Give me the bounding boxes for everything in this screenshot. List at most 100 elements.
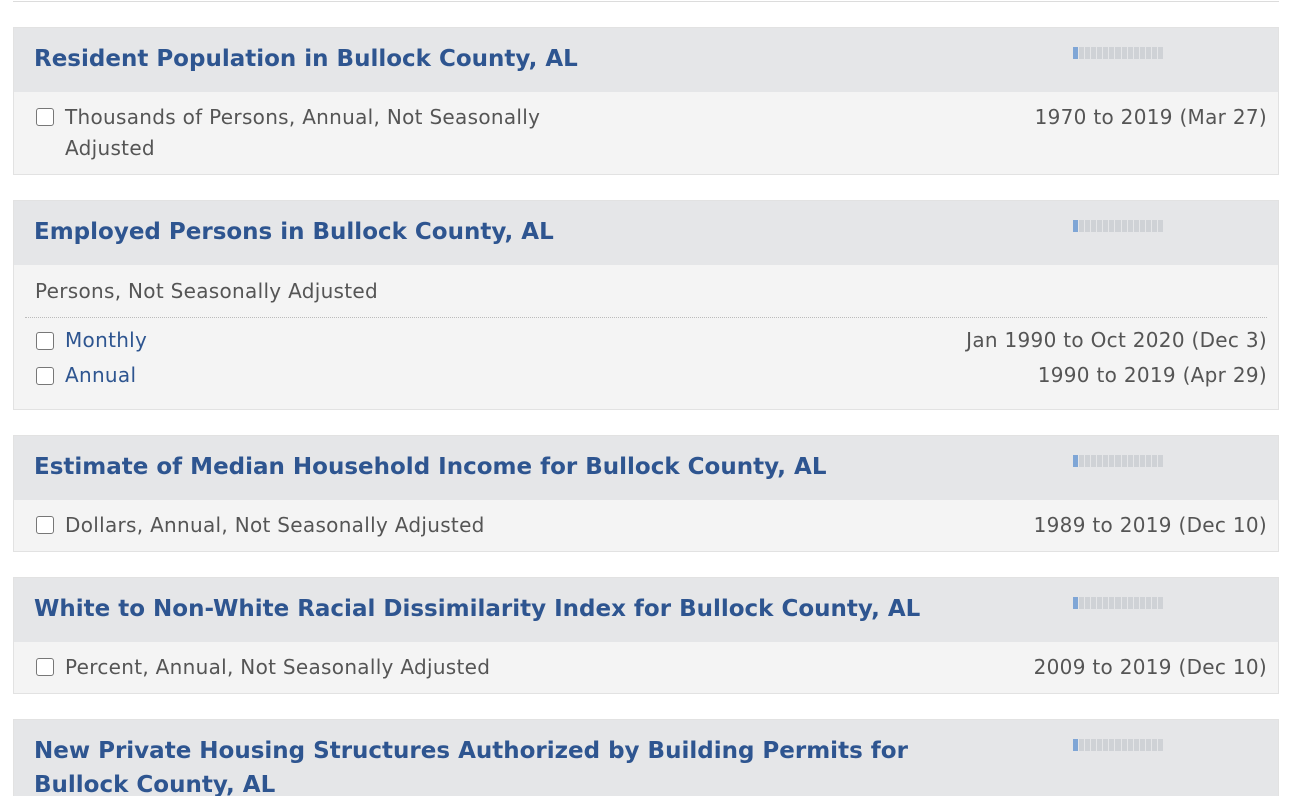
popularity-segment	[1109, 597, 1115, 609]
series-card-header: Employed Persons in Bullock County, AL	[14, 201, 1278, 265]
series-title-link[interactable]: New Private Housing Structures Authorize…	[34, 734, 978, 796]
popularity-segment	[1103, 597, 1109, 609]
popularity-segment	[1079, 47, 1085, 59]
series-date-range: 1990 to 2019 (Apr 29)	[1037, 363, 1267, 387]
series-checkbox[interactable]	[36, 516, 54, 534]
popularity-segment	[1103, 220, 1109, 232]
series-checkbox[interactable]	[36, 367, 54, 385]
series-date-range: 1970 to 2019 (Mar 27)	[1034, 105, 1267, 129]
popularity-segment	[1121, 47, 1127, 59]
popularity-segment	[1127, 47, 1133, 59]
popularity-segment	[1127, 220, 1133, 232]
popularity-segment	[1145, 455, 1151, 467]
series-checkbox[interactable]	[36, 658, 54, 676]
popularity-segment	[1133, 739, 1139, 751]
popularity-segment	[1091, 597, 1097, 609]
popularity-segment	[1091, 220, 1097, 232]
popularity-segment	[1139, 597, 1145, 609]
series-option-row: Thousands of Persons, Annual, Not Season…	[14, 92, 1278, 174]
popularity-segment	[1073, 47, 1079, 59]
popularity-segment	[1157, 739, 1163, 751]
popularity-segment	[1073, 597, 1079, 609]
popularity-segment	[1091, 47, 1097, 59]
popularity-segment	[1085, 739, 1091, 751]
series-units-label: Dollars, Annual, Not Seasonally Adjusted	[65, 513, 485, 537]
popularity-segment	[1139, 739, 1145, 751]
frequency-row-annual: Annual 1990 to 2019 (Apr 29)	[14, 360, 1278, 395]
popularity-segment	[1085, 455, 1091, 467]
series-card-body: Thousands of Persons, Annual, Not Season…	[14, 92, 1278, 174]
popularity-segment	[1115, 220, 1121, 232]
series-card-employed-persons: Employed Persons in Bullock County, AL P…	[13, 200, 1279, 410]
popularity-segment	[1139, 47, 1145, 59]
popularity-segment	[1121, 597, 1127, 609]
series-date-range: 1989 to 2019 (Dec 10)	[1033, 513, 1267, 537]
popularity-segment	[1133, 47, 1139, 59]
series-card-racial-dissimilarity-index: White to Non-White Racial Dissimilarity …	[13, 577, 1279, 694]
series-card-header: New Private Housing Structures Authorize…	[14, 720, 1278, 796]
popularity-segment	[1109, 455, 1115, 467]
popularity-segment	[1097, 220, 1103, 232]
popularity-bar	[1073, 220, 1163, 232]
popularity-segment	[1145, 47, 1151, 59]
popularity-segment	[1103, 739, 1109, 751]
popularity-segment	[1073, 739, 1079, 751]
series-title-link[interactable]: Resident Population in Bullock County, A…	[34, 42, 1148, 76]
frequency-link-monthly[interactable]: Monthly	[65, 325, 147, 356]
popularity-segment	[1109, 739, 1115, 751]
series-card-body: Percent, Annual, Not Seasonally Adjusted…	[14, 642, 1278, 694]
popularity-segment	[1115, 597, 1121, 609]
popularity-segment	[1133, 220, 1139, 232]
popularity-bar	[1073, 47, 1163, 59]
popularity-segment	[1079, 220, 1085, 232]
series-date-range: Jan 1990 to Oct 2020 (Dec 3)	[966, 328, 1267, 352]
top-divider	[13, 0, 1279, 2]
series-title-link[interactable]: Estimate of Median Household Income for …	[34, 450, 1148, 484]
popularity-segment	[1151, 220, 1157, 232]
popularity-segment	[1157, 455, 1163, 467]
series-checkbox[interactable]	[36, 332, 54, 350]
popularity-bar	[1073, 739, 1163, 751]
series-card-building-permits: New Private Housing Structures Authorize…	[13, 719, 1279, 796]
popularity-segment	[1103, 455, 1109, 467]
series-title-link[interactable]: White to Non-White Racial Dissimilarity …	[34, 592, 1148, 626]
frequency-link-annual[interactable]: Annual	[65, 360, 136, 391]
series-units-label: Percent, Annual, Not Seasonally Adjusted	[65, 655, 491, 679]
popularity-segment	[1145, 739, 1151, 751]
popularity-segment	[1133, 455, 1139, 467]
popularity-segment	[1157, 597, 1163, 609]
popularity-segment	[1085, 47, 1091, 59]
series-units-label: Persons, Not Seasonally Adjusted	[35, 279, 379, 303]
popularity-segment	[1079, 739, 1085, 751]
popularity-segment	[1157, 47, 1163, 59]
popularity-segment	[1079, 455, 1085, 467]
popularity-segment	[1121, 455, 1127, 467]
popularity-segment	[1103, 47, 1109, 59]
popularity-segment	[1127, 739, 1133, 751]
series-units-header: Persons, Not Seasonally Adjusted	[25, 265, 1267, 318]
popularity-segment	[1151, 47, 1157, 59]
frequency-row-monthly: Monthly Jan 1990 to Oct 2020 (Dec 3)	[14, 325, 1278, 360]
popularity-segment	[1151, 739, 1157, 751]
popularity-segment	[1145, 597, 1151, 609]
series-title-link[interactable]: Employed Persons in Bullock County, AL	[34, 215, 1148, 249]
series-card-resident-population: Resident Population in Bullock County, A…	[13, 27, 1279, 175]
series-checkbox[interactable]	[36, 108, 54, 126]
popularity-segment	[1115, 739, 1121, 751]
series-card-body: Dollars, Annual, Not Seasonally Adjusted…	[14, 500, 1278, 552]
popularity-segment	[1121, 220, 1127, 232]
popularity-segment	[1073, 220, 1079, 232]
series-card-header: Resident Population in Bullock County, A…	[14, 28, 1278, 92]
popularity-segment	[1097, 455, 1103, 467]
popularity-segment	[1097, 597, 1103, 609]
popularity-segment	[1091, 455, 1097, 467]
series-option-row: Percent, Annual, Not Seasonally Adjusted…	[14, 642, 1278, 694]
popularity-segment	[1151, 455, 1157, 467]
popularity-segment	[1097, 47, 1103, 59]
popularity-bar	[1073, 597, 1163, 609]
series-card-header: Estimate of Median Household Income for …	[14, 436, 1278, 500]
popularity-segment	[1139, 220, 1145, 232]
popularity-segment	[1079, 597, 1085, 609]
popularity-segment	[1073, 455, 1079, 467]
series-card-median-household-income: Estimate of Median Household Income for …	[13, 435, 1279, 552]
